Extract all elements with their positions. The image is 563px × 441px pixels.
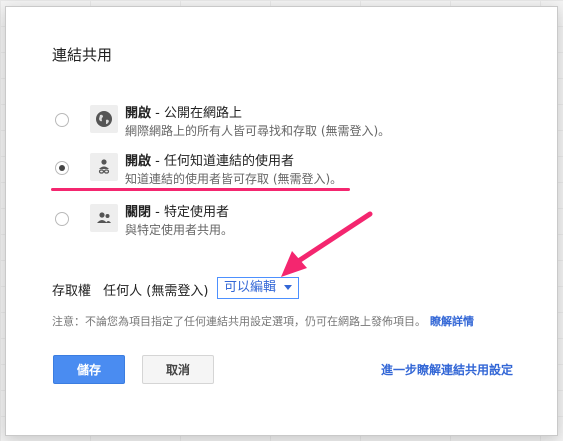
annotation-arrow — [281, 211, 373, 277]
